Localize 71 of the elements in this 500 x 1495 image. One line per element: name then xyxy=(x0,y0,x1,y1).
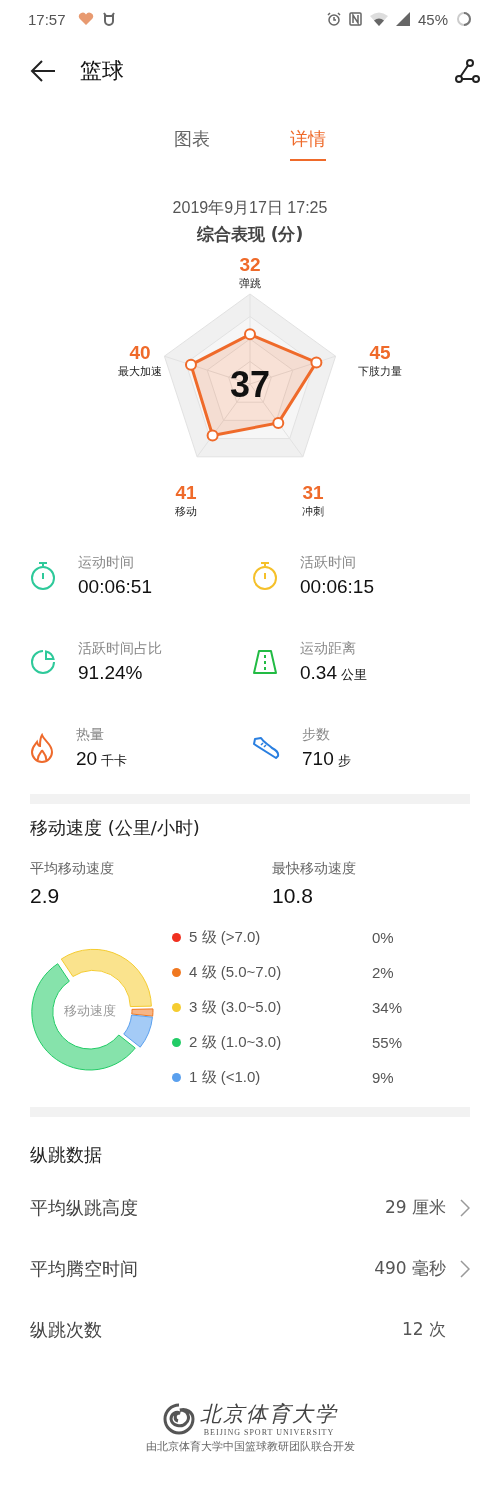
legend-label: 3 级 (3.0~5.0) xyxy=(189,998,283,1017)
axis-score: 32 xyxy=(239,254,261,276)
university-name: 北京体育大学 xyxy=(200,1401,338,1428)
tab[interactable]: 图表 xyxy=(174,124,210,161)
legend-percent: 0% xyxy=(372,929,394,946)
heart-icon xyxy=(77,12,94,26)
section-title: 移动速度 (公里/小时) xyxy=(30,816,201,840)
swirl-logo-icon xyxy=(162,1401,196,1436)
summary-title: 综合表现 (分) xyxy=(196,223,304,246)
stat-value: 00:06:15 xyxy=(300,576,374,598)
stat-value: 2.9 xyxy=(30,884,61,908)
section-title: 纵跳数据 xyxy=(30,1143,103,1167)
metric-value: 490 毫秒 xyxy=(374,1257,446,1280)
chevron-right-icon[interactable] xyxy=(460,1259,470,1278)
legend-percent: 9% xyxy=(372,1069,394,1086)
alarm-bell-icon xyxy=(101,12,116,26)
status-time: 17:57 xyxy=(28,10,66,28)
legend-percent: 2% xyxy=(372,964,394,981)
stat-unit: 公里 xyxy=(341,666,367,684)
page-title: 篮球 xyxy=(80,57,124,85)
axis-label: 弹跳 xyxy=(239,276,261,291)
stat-value: 00:06:51 xyxy=(78,576,152,598)
back-button[interactable] xyxy=(30,60,56,82)
legend-label: 1 级 (<1.0) xyxy=(189,1068,262,1087)
stat-label: 活跃时间占比 xyxy=(78,640,162,658)
axis-label: 移动 xyxy=(175,504,197,519)
legend-label: 5 级 (>7.0) xyxy=(189,928,262,947)
axis-score: 31 xyxy=(302,482,324,504)
stat-label: 最快移动速度 xyxy=(272,860,357,878)
donut-center-label: 移动速度 xyxy=(63,1002,117,1020)
metric-value: 12 次 xyxy=(401,1318,446,1341)
university-english-name: BEIJING SPORT UNIVERSITY xyxy=(203,1428,335,1437)
legend-percent: 55% xyxy=(372,1034,403,1051)
stat-label: 平均移动速度 xyxy=(30,860,115,878)
stat-label: 运动距离 xyxy=(300,640,357,658)
share-route-button[interactable] xyxy=(454,58,480,84)
stat-value: 710 xyxy=(302,748,334,770)
stat-unit: 千卡 xyxy=(101,752,128,770)
metric-label: 平均腾空时间 xyxy=(30,1256,138,1281)
overall-score: 37 xyxy=(230,364,270,406)
chevron-right-icon[interactable] xyxy=(460,1198,470,1217)
stat-label: 运动时间 xyxy=(78,554,135,572)
metric-value: 29 厘米 xyxy=(384,1196,446,1219)
axis-label: 冲刺 xyxy=(302,504,324,519)
tab[interactable]: 详情 xyxy=(290,124,326,161)
stat-label: 热量 xyxy=(76,726,105,744)
axis-label: 最大加速 xyxy=(118,364,162,379)
date-time: 2019年9月17日 17:25 xyxy=(172,198,328,218)
metric-label: 平均纵跳高度 xyxy=(30,1195,138,1220)
metric-label: 纵跳次数 xyxy=(30,1317,102,1342)
battery-percent: 45% xyxy=(417,10,448,28)
alarm-clock-icon xyxy=(326,12,341,26)
stat-label: 步数 xyxy=(302,726,331,744)
stat-label: 活跃时间 xyxy=(300,554,357,572)
signal-icon xyxy=(395,12,410,26)
nfc-icon xyxy=(348,12,362,26)
legend-label: 4 级 (5.0~7.0) xyxy=(189,963,283,982)
stat-unit: 步 xyxy=(337,752,351,770)
wifi-icon xyxy=(369,12,388,26)
legend-label: 2 级 (1.0~3.0) xyxy=(189,1033,283,1052)
axis-label: 下肢力量 xyxy=(358,364,402,379)
stat-value: 20 xyxy=(76,748,98,770)
stat-value: 0.34 xyxy=(300,662,337,684)
legend-percent: 34% xyxy=(372,999,403,1016)
stat-value: 91.24% xyxy=(78,662,143,684)
battery-ring-icon xyxy=(456,11,472,27)
credit-text: 由北京体育大学中国篮球教研团队联合开发 xyxy=(145,1439,355,1454)
stat-value: 10.8 xyxy=(272,884,314,908)
axis-score: 45 xyxy=(369,342,391,364)
axis-score: 40 xyxy=(129,342,151,364)
axis-score: 41 xyxy=(175,482,197,504)
